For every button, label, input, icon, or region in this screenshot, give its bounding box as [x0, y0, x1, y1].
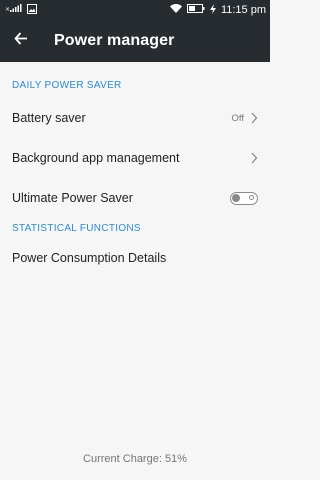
section-header-daily-power-saver: DAILY POWER SAVER: [12, 80, 122, 91]
clock: 11:15 pm: [220, 4, 266, 16]
battery-saver-label: Battery saver: [12, 111, 86, 125]
app-bar: Power manager: [0, 20, 270, 62]
wifi-icon: [169, 4, 182, 16]
back-button[interactable]: [1, 20, 41, 62]
charging-icon: [209, 3, 216, 17]
current-charge-text: Current Charge: 51%: [83, 453, 187, 465]
chevron-right-icon: [250, 152, 258, 164]
ultimate-power-saver-label: Ultimate Power Saver: [12, 191, 133, 205]
signal-icon: ×: [5, 4, 22, 16]
ultimate-power-saver-toggle[interactable]: [230, 191, 258, 205]
battery-saver-value: Off: [231, 112, 245, 124]
power-consumption-details-row[interactable]: Power Consumption Details: [0, 238, 270, 278]
section-header-statistical-functions: STATISTICAL FUNCTIONS: [12, 223, 141, 234]
svg-text:×: ×: [5, 6, 10, 13]
status-bar: × 11:15 pm: [0, 0, 270, 20]
toggle-knob: [232, 193, 240, 202]
ultimate-power-saver-row: Ultimate Power Saver: [0, 178, 270, 218]
image-notification-icon: [27, 3, 37, 17]
battery-icon: [186, 4, 205, 16]
background-app-management-label: Background app management: [12, 151, 180, 165]
chevron-right-icon: [250, 112, 258, 124]
battery-saver-row[interactable]: Battery saver Off: [0, 98, 270, 138]
page-title: Power manager: [54, 32, 175, 49]
arrow-left-icon: [14, 32, 28, 50]
toggle-off-indicator: [249, 195, 254, 200]
background-app-management-row[interactable]: Background app management: [0, 138, 270, 178]
power-consumption-details-label: Power Consumption Details: [12, 251, 167, 265]
